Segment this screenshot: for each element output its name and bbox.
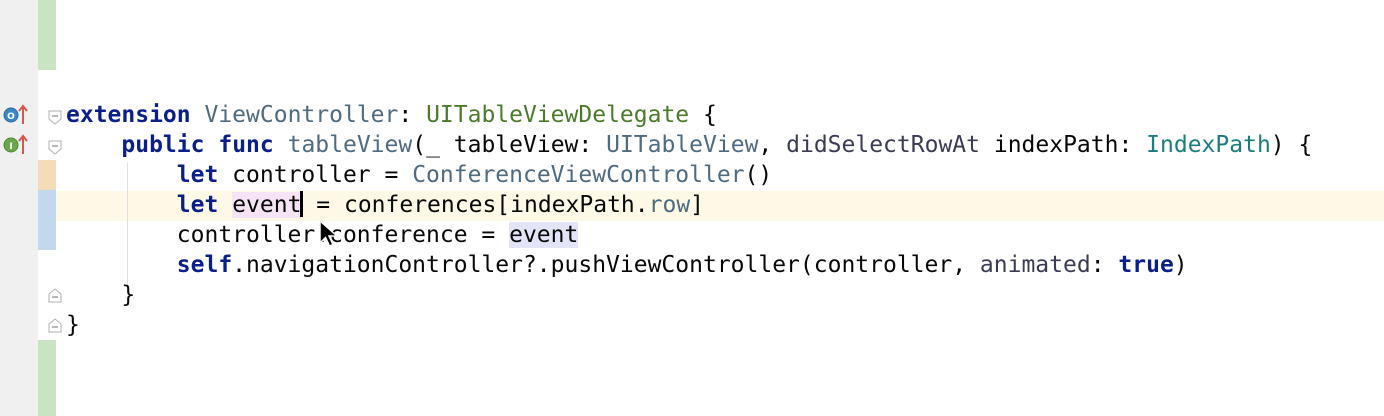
code-token: tableView [287,132,413,158]
implementing-method-up-icon[interactable]: I [2,134,30,156]
mouse-pointer-icon [319,219,339,247]
code-token: row [648,192,691,218]
fold-collapse-icon[interactable] [47,109,63,125]
marker-letter-i: I [9,142,12,152]
vcs-modified-marker[interactable] [38,160,56,190]
code-token: event [509,222,579,248]
code-token: = conferences[indexPath. [302,192,649,218]
code-line[interactable]: extension ViewController: UITableViewDel… [66,100,1312,130]
code-token: controller = [218,162,413,188]
code-token: ) [1173,252,1188,278]
vcs-added-marker[interactable] [38,0,56,70]
vcs-added-marker-2[interactable] [38,340,56,416]
code-token: , [758,132,787,158]
code-token: (_ tableView: [412,132,607,158]
code-editor[interactable]: extension ViewController: UITableViewDel… [66,100,1312,340]
code-token: func [218,132,274,158]
code-token: UITableViewDelegate [426,102,690,128]
vcs-modified-marker-2[interactable] [38,190,56,250]
fold-collapse-icon[interactable] [47,139,63,155]
code-token: () [744,162,773,188]
code-token: } [66,312,80,338]
code-token: : [1090,252,1119,278]
code-token: indexPath: [980,132,1147,158]
code-line[interactable]: public func tableView(_ tableView: UITab… [66,130,1312,160]
code-line[interactable]: self.navigationController?.pushViewContr… [66,250,1312,280]
code-line[interactable]: let controller = ConferenceViewControlle… [66,160,1312,190]
code-token: let [176,192,219,218]
code-token: event [232,192,302,218]
code-token: ConferenceViewController [412,162,745,188]
code-token: extension [66,102,191,128]
code-token: ViewController [204,102,399,128]
code-token: didSelectRowAt [786,132,980,158]
fold-end-icon[interactable] [47,288,63,304]
code-token: IndexPath [1146,132,1271,158]
code-line[interactable]: } [66,310,1312,340]
code-token: self [176,252,233,278]
overridden-method-up-icon[interactable]: O [2,104,30,126]
code-line[interactable]: let event = conferences[indexPath.row] [66,190,1312,220]
marker-letter-o: O [7,112,15,122]
code-line[interactable]: } [66,280,1312,310]
code-token: : [398,102,427,128]
code-token: animated [979,252,1091,278]
code-token: } [66,282,136,308]
code-token: public [121,132,205,158]
code-line[interactable]: controller.conference = event [66,220,1312,250]
code-token: ) { [1270,132,1313,158]
code-token: true [1118,252,1174,278]
code-token: ] [690,192,705,218]
code-token: controller.conference = [66,222,510,248]
code-token: UITableView [606,132,759,158]
code-token: let [176,162,219,188]
code-token: .navigationController?.pushViewControlle… [232,252,980,278]
fold-end-icon[interactable] [47,318,63,334]
editor-gutter [0,0,38,416]
code-token: { [689,102,717,128]
